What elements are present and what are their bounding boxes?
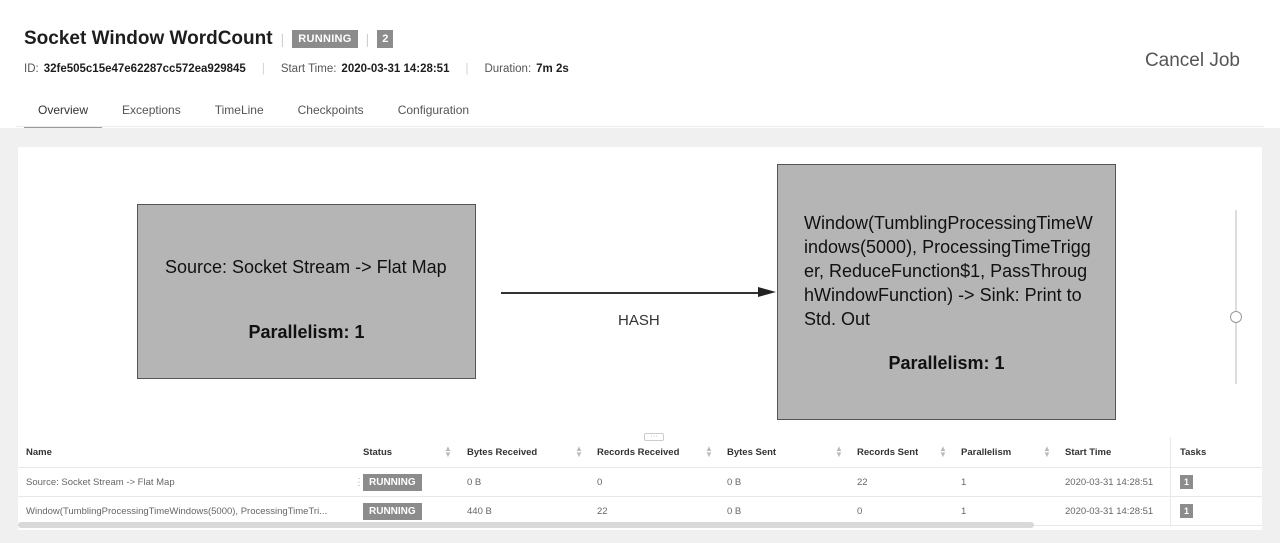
- start-time-label: Start Time:: [280, 63, 337, 75]
- status-badge: RUNNING: [363, 502, 422, 520]
- col-header-bytes-sent[interactable]: Bytes Sent: [727, 437, 776, 467]
- title-row: Socket Window WordCount | RUNNING | 2: [24, 28, 394, 50]
- vertex-name: Source: Socket Stream -> Flat Map: [26, 476, 175, 488]
- duration: 7m 2s: [536, 63, 569, 75]
- graph-node-source[interactable]: Source: Socket Stream -> Flat Map Parall…: [137, 204, 476, 379]
- parallelism: 1: [961, 505, 967, 517]
- col-header-tasks[interactable]: Tasks: [1170, 437, 1262, 467]
- sort-icon[interactable]: ▲ ▼: [835, 445, 843, 459]
- start-time: 2020-03-31 14:28:51: [1065, 505, 1154, 517]
- parallelism-badge: 2: [377, 30, 394, 48]
- col-header-name[interactable]: Name: [26, 437, 52, 467]
- job-tabs: Overview Exceptions TimeLine Checkpoints…: [24, 100, 489, 128]
- vertex-status: RUNNING: [363, 497, 422, 525]
- edge-label: HASH: [618, 312, 660, 329]
- bytes-sent: 0 B: [727, 505, 742, 517]
- start-time: 2020-03-31 14:28:51: [1065, 476, 1154, 488]
- col-header-bytes-received[interactable]: Bytes Received: [467, 437, 537, 467]
- bytes-sent: 0 B: [727, 476, 742, 488]
- records-received: 0: [597, 476, 603, 488]
- records-sent: 0: [857, 505, 863, 517]
- zoom-slider-track[interactable]: [1235, 210, 1237, 384]
- meta-divider: |: [465, 63, 469, 75]
- vertex-name: Window(TumblingProcessingTimeWindows(500…: [26, 505, 328, 517]
- cancel-job-button[interactable]: Cancel Job: [1145, 50, 1240, 72]
- col-header-records-received[interactable]: Records Received: [597, 437, 679, 467]
- job-title: Socket Window WordCount: [24, 28, 273, 49]
- task-count-badge[interactable]: 1: [1180, 504, 1194, 518]
- sort-icon[interactable]: ▲ ▼: [705, 445, 713, 459]
- node-name: Source: Socket Stream -> Flat Map: [165, 257, 447, 277]
- title-divider: |: [280, 31, 285, 47]
- id-label: ID:: [24, 63, 39, 75]
- start-time: 2020-03-31 14:28:51: [341, 63, 450, 75]
- table-row[interactable]: Source: Socket Stream -> Flat Map ⋮ RUNN…: [18, 468, 1262, 497]
- graph-node-window[interactable]: Window(TumblingProcessingTimeWindows(500…: [777, 164, 1116, 420]
- tab-timeline[interactable]: TimeLine: [201, 100, 278, 128]
- records-received: 22: [597, 505, 608, 517]
- tasks-cell: 1: [1170, 468, 1262, 496]
- panel-resize-handle[interactable]: ···: [644, 433, 664, 441]
- job-graph[interactable]: Source: Socket Stream -> Flat Map Parall…: [18, 147, 1262, 437]
- sort-icon[interactable]: ▲ ▼: [1043, 445, 1051, 459]
- job-header: Socket Window WordCount | RUNNING | 2 ID…: [0, 0, 1280, 128]
- duration-label: Duration:: [484, 63, 532, 75]
- arrow-head-icon: [758, 287, 776, 297]
- badge-divider: |: [365, 31, 370, 47]
- tabs-divider: [16, 126, 1264, 127]
- job-status-badge: RUNNING: [292, 30, 358, 48]
- node-parallelism: Parallelism: 1: [888, 353, 1005, 373]
- bytes-received: 0 B: [467, 476, 482, 488]
- status-badge: RUNNING: [363, 473, 422, 491]
- col-header-parallelism[interactable]: Parallelism: [961, 437, 1011, 467]
- tasks-cell: 1: [1170, 497, 1262, 525]
- node-parallelism: Parallelism: 1: [248, 322, 365, 342]
- col-header-status[interactable]: Status: [363, 437, 392, 467]
- sort-icon[interactable]: ▲ ▼: [939, 445, 947, 459]
- vertex-table: Name Status ▲ ▼ Bytes Received ▲ ▼ Records…: [18, 437, 1262, 530]
- sort-icon[interactable]: ▲ ▼: [444, 445, 452, 459]
- vertex-status: RUNNING: [363, 468, 422, 496]
- graph-edge: [501, 292, 763, 294]
- tab-configuration[interactable]: Configuration: [384, 100, 483, 128]
- zoom-slider-handle[interactable]: [1230, 311, 1242, 323]
- job-meta: ID: 32fe505c15e47e62287cc572ea929845 | S…: [24, 63, 569, 75]
- tab-exceptions[interactable]: Exceptions: [108, 100, 195, 128]
- task-count-badge[interactable]: 1: [1180, 475, 1194, 489]
- records-sent: 22: [857, 476, 868, 488]
- node-name: Window(TumblingProcessingTimeWindows(500…: [804, 213, 1093, 329]
- job-id: 32fe505c15e47e62287cc572ea929845: [43, 63, 246, 75]
- horizontal-scrollbar[interactable]: [18, 522, 1034, 528]
- tab-overview[interactable]: Overview: [24, 100, 103, 128]
- col-header-start-time[interactable]: Start Time: [1065, 437, 1111, 467]
- meta-divider: |: [261, 63, 265, 75]
- table-header-row: Name Status ▲ ▼ Bytes Received ▲ ▼ Records…: [18, 437, 1262, 468]
- bytes-received: 440 B: [467, 505, 492, 517]
- col-header-records-sent[interactable]: Records Sent: [857, 437, 918, 467]
- sort-icon[interactable]: ▲ ▼: [575, 445, 583, 459]
- parallelism: 1: [961, 476, 967, 488]
- tab-checkpoints[interactable]: Checkpoints: [284, 100, 378, 128]
